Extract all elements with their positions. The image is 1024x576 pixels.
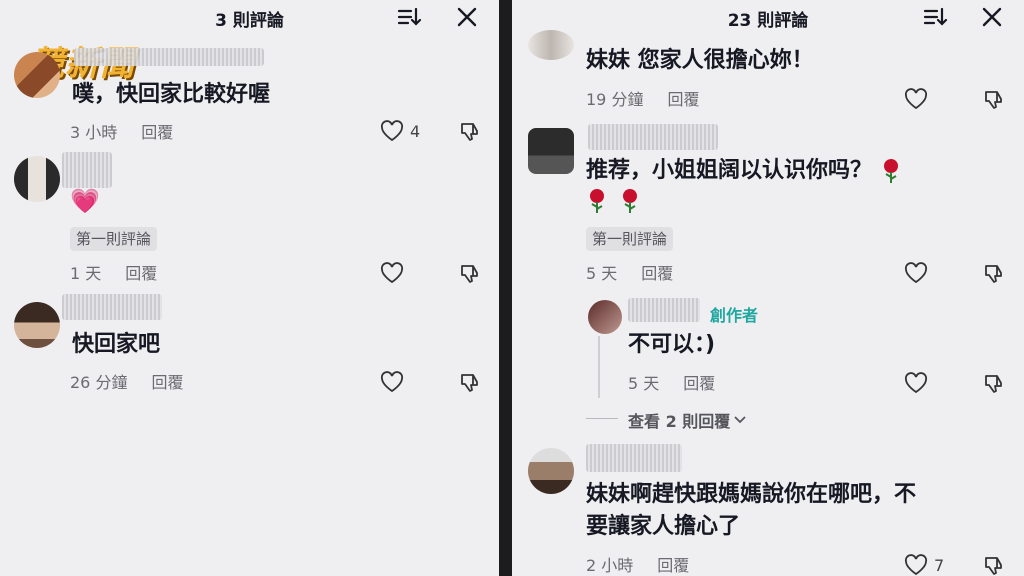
reply-button[interactable]: 回覆 (125, 264, 157, 283)
comment-meta: 5 天 回覆 (586, 264, 673, 284)
creator-label: 創作者 (710, 306, 759, 325)
reply-button[interactable]: 回覆 (683, 374, 715, 393)
rose-emoji-icon (883, 159, 898, 183)
comments-header: 3 則評論 (0, 0, 499, 34)
heart-icon (380, 120, 404, 142)
comment-text: 💗 (70, 187, 100, 215)
heart-icon (380, 262, 404, 284)
comment-text: 快回家吧 (72, 332, 161, 357)
heart-icon[interactable] (904, 262, 928, 284)
comment-text-part: 推荐，小姐姐阔以认识你吗？ (586, 158, 873, 183)
comment-count-title: 3 則評論 (215, 11, 284, 31)
avatar[interactable] (528, 30, 574, 60)
comment-time: 19 分鐘 (586, 90, 644, 109)
avatar[interactable] (14, 156, 60, 202)
blurred-username[interactable] (62, 152, 112, 188)
reply-button[interactable]: 回覆 (641, 264, 673, 283)
comment-text: 推荐，小姐姐阔以认识你吗？ (586, 154, 902, 188)
blurred-username[interactable] (588, 124, 718, 150)
dislike-icon[interactable] (982, 262, 1006, 286)
avatar[interactable] (528, 448, 574, 494)
like-button[interactable] (380, 371, 404, 393)
avatar[interactable] (588, 300, 622, 334)
comment-meta: 5 天 回覆 (628, 374, 715, 394)
blurred-username[interactable] (74, 48, 264, 66)
comment-time: 26 分鐘 (70, 373, 128, 392)
avatar[interactable] (528, 128, 574, 174)
like-button[interactable]: 7 (904, 554, 944, 576)
comment-time: 5 天 (586, 264, 618, 283)
like-count: 4 (410, 121, 421, 141)
reply-button[interactable]: 回覆 (657, 556, 689, 575)
reply-button[interactable]: 回覆 (151, 373, 183, 392)
rose-emoji-icon (623, 189, 638, 213)
heart-icon (380, 371, 404, 393)
dislike-icon[interactable] (982, 88, 1006, 112)
comment-text-line2: 要讓家人擔心了 (586, 514, 741, 539)
heart-icon (904, 554, 928, 576)
comment-meta: 2 小時 回覆 (586, 556, 689, 576)
blurred-username[interactable] (586, 444, 682, 472)
comment-meta: 3 小時 回覆 (70, 123, 173, 143)
first-comment-badge: 第一則評論 (70, 227, 158, 251)
blurred-username[interactable] (628, 298, 700, 322)
first-comment-badge: 第一則評論 (586, 227, 674, 251)
comment-text: 噗，快回家比較好喔 (72, 82, 271, 107)
view-more-replies-button[interactable]: 查看 2 則回覆 (628, 408, 746, 432)
comment-time: 3 小時 (70, 123, 118, 142)
heart-icon[interactable] (904, 372, 928, 394)
chevron-down-icon (734, 416, 746, 424)
like-button[interactable]: 4 (380, 120, 420, 142)
rose-emoji-icon (590, 189, 604, 213)
reply-button[interactable]: 回覆 (141, 123, 173, 142)
close-icon[interactable] (455, 5, 479, 29)
comment-time: 2 小時 (586, 556, 634, 575)
rose-emojis (586, 188, 641, 214)
comment-text: 妹妹啊趕快跟媽媽說你在哪吧，不 (586, 482, 917, 507)
comment-meta: 26 分鐘 回覆 (70, 373, 183, 393)
like-button[interactable] (380, 262, 404, 284)
view-more-divider (586, 418, 618, 419)
dislike-icon[interactable] (458, 262, 482, 286)
like-count: 7 (934, 555, 945, 575)
reply-thread-line (598, 336, 600, 398)
avatar[interactable] (14, 302, 60, 348)
dislike-icon[interactable] (982, 372, 1006, 396)
comment-time: 5 天 (628, 374, 660, 393)
comment-time: 1 天 (70, 264, 102, 283)
view-more-label: 查看 2 則回覆 (628, 412, 731, 431)
dislike-icon[interactable] (982, 554, 1006, 576)
dislike-icon[interactable] (458, 371, 482, 395)
sort-icon[interactable] (922, 5, 948, 29)
right-comments-panel: 23 則評論 妹妹 您家人很擔心妳！ 19 分鐘 回覆 推荐，小姐姐阔以认识你吗？ (512, 0, 1024, 576)
comments-header: 23 則評論 (512, 0, 1024, 34)
blurred-username[interactable] (62, 294, 162, 320)
comment-text: 不可以：) (628, 332, 716, 357)
comment-text: 妹妹 您家人很擔心妳！ (586, 48, 814, 73)
comment-meta: 1 天 回覆 (70, 264, 157, 284)
dislike-icon[interactable] (458, 120, 482, 144)
reply-button[interactable]: 回覆 (667, 90, 699, 109)
avatar[interactable] (14, 52, 60, 98)
close-icon[interactable] (980, 5, 1004, 29)
left-comments-panel: 3 則評論 競新聞 噗，快回家比較好喔 3 小時回覆 4 💗 第一則評論 (0, 0, 499, 576)
sort-icon[interactable] (396, 5, 422, 29)
screenshot-stage: 3 則評論 競新聞 噗，快回家比較好喔 3 小時回覆 4 💗 第一則評論 (0, 0, 1024, 576)
comment-meta: 19 分鐘 回覆 (586, 90, 699, 110)
heart-icon[interactable] (904, 88, 928, 110)
